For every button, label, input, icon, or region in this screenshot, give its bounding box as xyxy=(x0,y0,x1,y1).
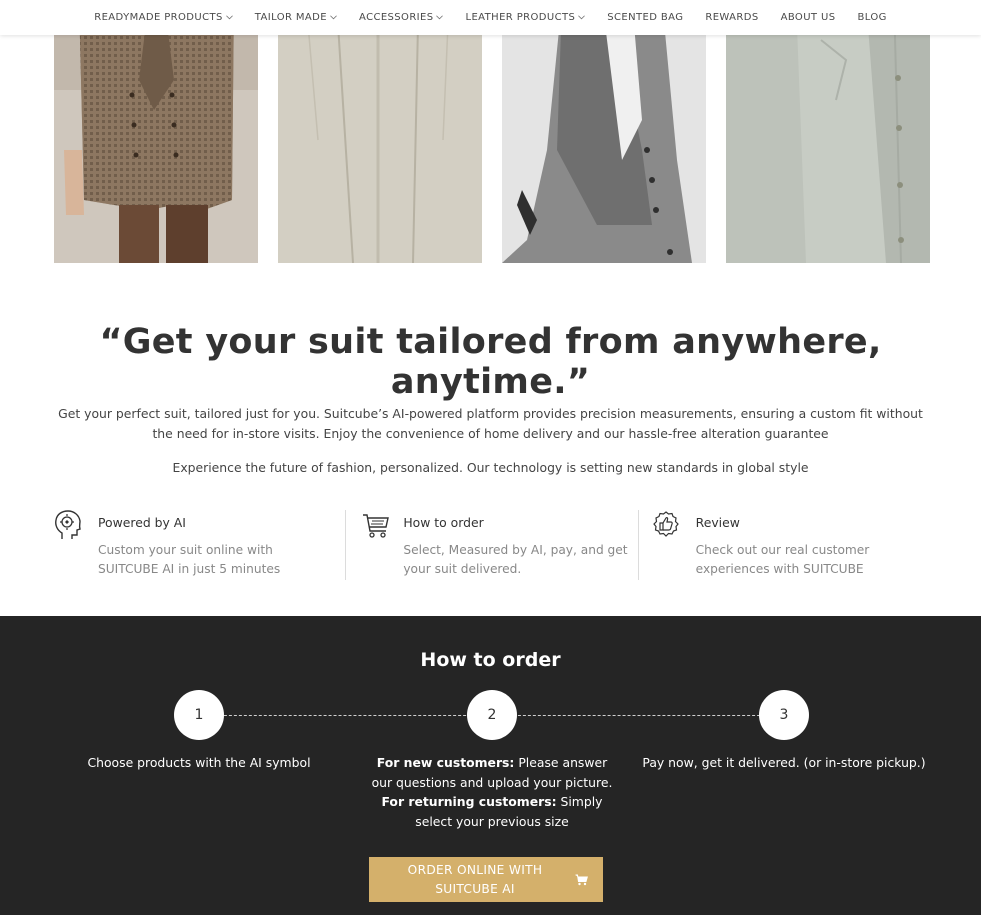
nav-item-label: ABOUT US xyxy=(780,12,836,23)
nav-item-label: BLOG xyxy=(857,12,887,23)
intro-paragraph: Get your perfect suit, tailored just for… xyxy=(58,406,923,441)
chevron-down-icon xyxy=(225,15,233,20)
order-online-button[interactable]: ORDER ONLINE WITH SUITCUBE AI xyxy=(369,857,603,902)
nav-item-leather-products[interactable]: LEATHER PRODUCTS xyxy=(465,12,586,23)
nav-item-accessories[interactable]: ACCESSORIES xyxy=(359,12,444,23)
step-number-3: 3 xyxy=(759,690,809,740)
nav-item-label: REWARDS xyxy=(705,12,759,23)
feature-how-to-order[interactable]: How to order Select, Measured by AI, pay… xyxy=(345,510,637,580)
feature-title: Powered by AI xyxy=(98,515,186,530)
main-nav: READYMADE PRODUCTS TAILOR MADE ACCESSORI… xyxy=(0,0,981,35)
nav-item-about-us[interactable]: ABOUT US xyxy=(781,12,836,23)
feature-powered-by-ai[interactable]: Powered by AI Custom your suit online wi… xyxy=(54,510,345,580)
step-number-2: 2 xyxy=(467,690,517,740)
nav-item-scented-bag[interactable]: SCENTED BAG xyxy=(607,12,683,23)
double-breasted-blazer-photo[interactable] xyxy=(54,0,258,263)
cart-icon xyxy=(575,874,588,886)
chevron-down-icon xyxy=(436,15,444,20)
nav-item-label: LEATHER PRODUCTS xyxy=(465,12,576,23)
feature-description: Select, Measured by AI, pay, and get you… xyxy=(403,543,628,576)
section-title: How to order xyxy=(420,649,561,671)
nav-item-readymade-products[interactable]: READYMADE PRODUCTS xyxy=(94,12,233,23)
nav-item-label: READYMADE PRODUCTS xyxy=(94,12,223,23)
feature-title: Review xyxy=(695,515,740,530)
light-shirt-photo[interactable] xyxy=(726,0,930,263)
chevron-down-icon xyxy=(330,15,337,20)
nav-item-blog[interactable]: BLOG xyxy=(857,12,886,23)
feature-description: Check out our real customer experiences … xyxy=(695,543,870,576)
nav-item-label: TAILOR MADE xyxy=(254,12,327,23)
nav-item-label: ACCESSORIES xyxy=(359,12,434,23)
nav-item-rewards[interactable]: REWARDS xyxy=(705,12,758,23)
feature-title: How to order xyxy=(403,515,484,530)
step-number-1: 1 xyxy=(174,690,224,740)
how-to-order-section: How to order 1 2 3 Choose products with … xyxy=(0,616,981,915)
chevron-down-icon xyxy=(578,15,586,20)
new-customers-label: For new customers: xyxy=(376,755,515,770)
nav-item-label: SCENTED BAG xyxy=(607,12,684,23)
grey-waistcoat-photo[interactable] xyxy=(502,0,706,263)
feature-description: Custom your suit online with SUITCUBE AI… xyxy=(98,543,281,576)
page-headline: “Get your suit tailored from anywhere, a… xyxy=(99,322,882,402)
returning-customers-label: For returning customers: xyxy=(381,794,557,809)
feature-list: Powered by AI Custom your suit online wi… xyxy=(54,510,930,580)
product-gallery xyxy=(54,0,930,263)
ai-head-icon xyxy=(54,510,82,540)
thumbs-up-icon xyxy=(652,510,680,540)
step-2-text: For new customers: Please answer our que… xyxy=(368,753,616,831)
pleated-trousers-photo[interactable] xyxy=(278,0,482,263)
intro-tagline: Experience the future of fashion, person… xyxy=(172,460,809,475)
cart-icon xyxy=(362,510,390,540)
step-3-text: Pay now, get it delivered. (or in-store … xyxy=(642,755,926,770)
order-button-label: ORDER ONLINE WITH SUITCUBE AI xyxy=(407,862,543,896)
nav-item-tailor-made[interactable]: TAILOR MADE xyxy=(255,12,337,23)
feature-review[interactable]: Review Check out our real customer exper… xyxy=(637,510,930,580)
step-1-text: Choose products with the AI symbol xyxy=(87,755,311,770)
